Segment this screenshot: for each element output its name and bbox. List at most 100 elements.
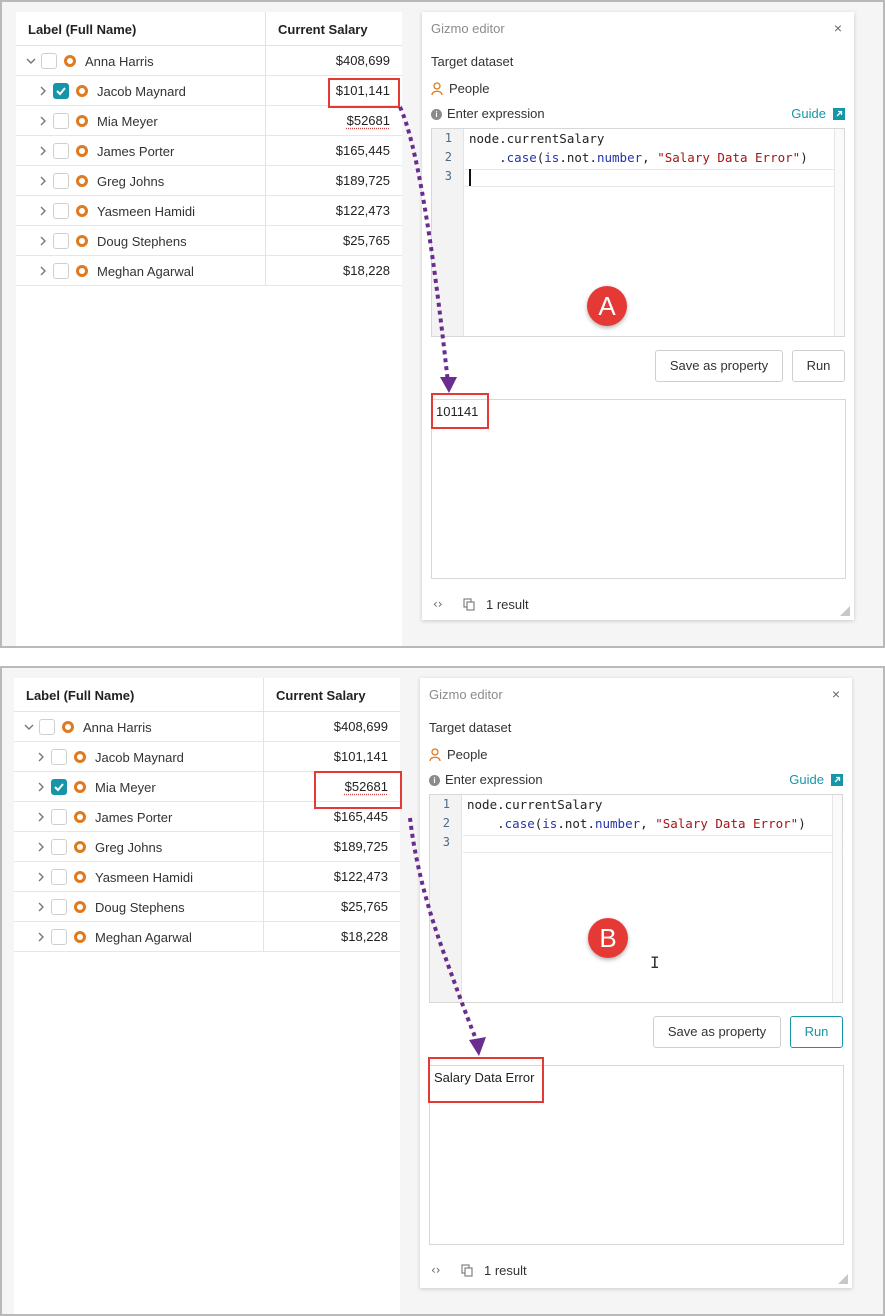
- save-as-property-button[interactable]: Save as property: [655, 350, 783, 382]
- table-row[interactable]: Greg Johns $189,725: [14, 832, 400, 862]
- row-checkbox[interactable]: [51, 749, 67, 765]
- row-checkbox[interactable]: [51, 839, 67, 855]
- code-icon[interactable]: ‹›: [433, 597, 443, 611]
- row-name: Anna Harris: [83, 720, 152, 735]
- row-checkbox[interactable]: [39, 719, 55, 735]
- row-name: Doug Stephens: [95, 900, 185, 915]
- chevron-right-icon[interactable]: [36, 84, 50, 98]
- chevron-right-icon[interactable]: [36, 264, 50, 278]
- column-header-salary[interactable]: Current Salary: [264, 678, 400, 711]
- row-name: Meghan Agarwal: [95, 930, 192, 945]
- table-row[interactable]: Meghan Agarwal $18,228: [16, 256, 402, 286]
- row-checkbox[interactable]: [53, 233, 69, 249]
- close-icon[interactable]: ×: [834, 20, 842, 36]
- column-header-salary[interactable]: Current Salary: [266, 12, 402, 45]
- chevron-right-icon[interactable]: [36, 174, 50, 188]
- table-row[interactable]: Yasmeen Hamidi $122,473: [14, 862, 400, 892]
- node-icon: [76, 265, 88, 277]
- table-row[interactable]: Doug Stephens $25,765: [14, 892, 400, 922]
- chevron-right-icon[interactable]: [34, 750, 48, 764]
- salary-cell: $122,473: [333, 869, 388, 884]
- table-row[interactable]: Anna Harris $408,699: [14, 712, 400, 742]
- table-row[interactable]: Anna Harris $408,699: [16, 46, 402, 76]
- code-token: .: [559, 150, 567, 165]
- table-row[interactable]: Meghan Agarwal $18,228: [14, 922, 400, 952]
- table-row[interactable]: Mia Meyer $52681: [16, 106, 402, 136]
- salary-cell: $25,765: [341, 899, 388, 914]
- code-editor[interactable]: 1 2 3 node.currentSalary .case(is.not.nu…: [431, 128, 845, 337]
- salary-cell: $18,228: [341, 929, 388, 944]
- table-row[interactable]: James Porter $165,445: [16, 136, 402, 166]
- code-token: number: [596, 150, 643, 165]
- chevron-right-icon[interactable]: [34, 870, 48, 884]
- vertical-scrollbar[interactable]: [832, 795, 842, 1002]
- guide-link[interactable]: Guide: [791, 106, 826, 121]
- chevron-right-icon[interactable]: [34, 840, 48, 854]
- chevron-down-icon[interactable]: [22, 720, 36, 734]
- vertical-scrollbar[interactable]: [834, 129, 844, 336]
- code-token: "Salary Data Error": [655, 816, 799, 831]
- info-icon: i: [429, 775, 440, 786]
- annotation-badge: B: [588, 918, 628, 958]
- code-token: .: [469, 150, 507, 165]
- row-checkbox[interactable]: [53, 263, 69, 279]
- row-checkbox[interactable]: [53, 173, 69, 189]
- code-icon[interactable]: ‹›: [431, 1263, 441, 1277]
- table-row[interactable]: Jacob Maynard $101,141: [14, 742, 400, 772]
- code-line-2: .case(is.not.number, "Salary Data Error"…: [467, 816, 806, 831]
- code-editor[interactable]: 1 2 3 node.currentSalary .case(is.not.nu…: [429, 794, 843, 1003]
- table-row[interactable]: Yasmeen Hamidi $122,473: [16, 196, 402, 226]
- chevron-right-icon[interactable]: [34, 900, 48, 914]
- label-cell: Mia Meyer: [16, 106, 266, 135]
- row-checkbox[interactable]: [53, 113, 69, 129]
- save-as-property-button[interactable]: Save as property: [653, 1016, 781, 1048]
- line-number: 1: [444, 131, 452, 145]
- external-link-icon[interactable]: [831, 774, 843, 786]
- chevron-right-icon[interactable]: [34, 810, 48, 824]
- chevron-right-icon[interactable]: [36, 144, 50, 158]
- label-cell: Doug Stephens: [16, 226, 266, 255]
- row-checkbox[interactable]: [51, 929, 67, 945]
- table-row[interactable]: Doug Stephens $25,765: [16, 226, 402, 256]
- external-link-icon[interactable]: [833, 108, 845, 120]
- row-name: Jacob Maynard: [95, 750, 184, 765]
- column-header-label[interactable]: Label (Full Name): [16, 12, 266, 45]
- copy-icon[interactable]: [461, 1264, 473, 1277]
- run-button[interactable]: Run: [792, 350, 845, 382]
- row-checkbox[interactable]: [51, 899, 67, 915]
- salary-cell: $122,473: [335, 203, 390, 218]
- chevron-right-icon[interactable]: [34, 780, 48, 794]
- row-checkbox[interactable]: [41, 53, 57, 69]
- run-button[interactable]: Run: [790, 1016, 843, 1048]
- checkbox-icon[interactable]: [53, 83, 69, 99]
- code-line-1: node.currentSalary: [469, 131, 605, 146]
- node-icon: [76, 235, 88, 247]
- row-name: Meghan Agarwal: [97, 264, 194, 279]
- code-token: case: [504, 816, 535, 831]
- row-checkbox[interactable]: [53, 203, 69, 219]
- chevron-right-icon[interactable]: [36, 234, 50, 248]
- dataset-name[interactable]: People: [447, 747, 487, 762]
- resize-icon[interactable]: [838, 1274, 848, 1284]
- expression-label: Enter expression: [445, 772, 543, 787]
- node-icon: [76, 145, 88, 157]
- dataset-name[interactable]: People: [449, 81, 489, 96]
- gizmo-editor: Gizmo editor × Target dataset People i E…: [422, 12, 854, 620]
- row-checkbox[interactable]: [53, 143, 69, 159]
- resize-icon[interactable]: [840, 606, 850, 616]
- salary-cell: $408,699: [333, 719, 388, 734]
- row-checkbox[interactable]: [51, 809, 67, 825]
- close-icon[interactable]: ×: [832, 686, 840, 702]
- row-checkbox[interactable]: [51, 869, 67, 885]
- chevron-right-icon[interactable]: [36, 114, 50, 128]
- chevron-right-icon[interactable]: [34, 930, 48, 944]
- guide-link[interactable]: Guide: [789, 772, 824, 787]
- copy-icon[interactable]: [463, 598, 475, 611]
- table-row[interactable]: Greg Johns $189,725: [16, 166, 402, 196]
- column-header-label[interactable]: Label (Full Name): [14, 678, 264, 711]
- chevron-right-icon[interactable]: [36, 204, 50, 218]
- checkbox-icon[interactable]: [51, 779, 67, 795]
- label-cell: Jacob Maynard: [16, 76, 266, 105]
- salary-cell: $189,725: [335, 173, 390, 188]
- chevron-down-icon[interactable]: [24, 54, 38, 68]
